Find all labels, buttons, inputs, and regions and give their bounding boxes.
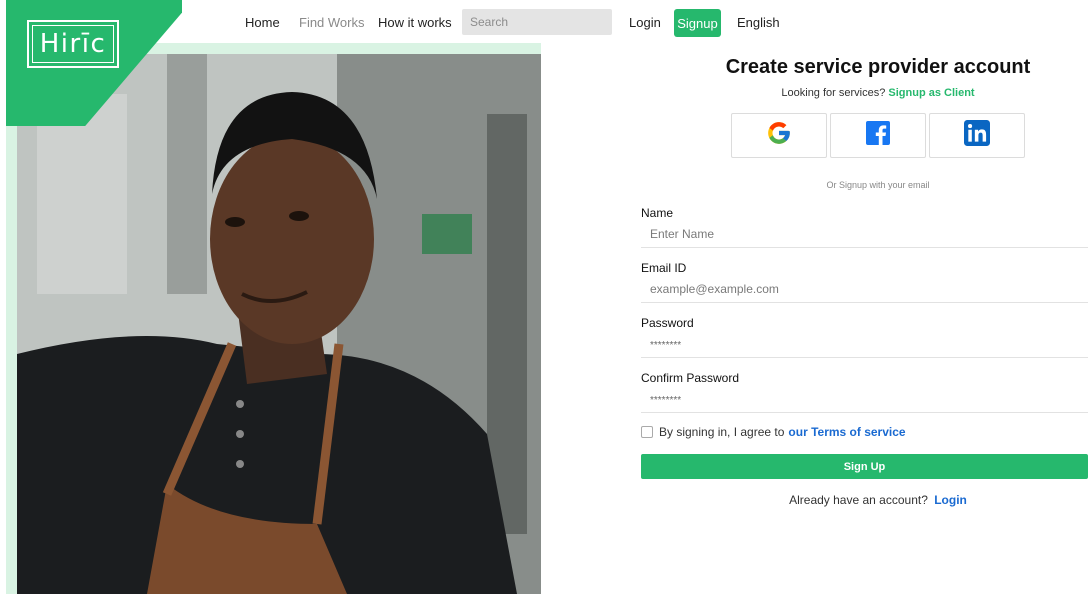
sign-up-button[interactable]: Sign Up bbox=[641, 454, 1088, 479]
or-divider-text: Or Signup with your email bbox=[826, 180, 930, 190]
login-link[interactable]: Login bbox=[934, 493, 967, 507]
page-title: Create service provider account bbox=[725, 56, 1031, 78]
terms-of-service-link[interactable]: our Terms of service bbox=[788, 425, 905, 439]
nav-home[interactable]: Home bbox=[245, 15, 280, 30]
terms-text: By signing in, I agree to bbox=[659, 425, 785, 439]
name-label: Name bbox=[641, 206, 674, 220]
password-label: Password bbox=[641, 316, 694, 330]
language-selector[interactable]: English bbox=[737, 15, 780, 30]
google-signup-button[interactable] bbox=[731, 113, 827, 158]
email-label: Email ID bbox=[641, 261, 687, 275]
confirm-password-field[interactable] bbox=[641, 385, 1088, 413]
already-text: Already have an account? bbox=[789, 493, 928, 507]
signup-as-client-link[interactable]: Signup as Client bbox=[888, 87, 974, 99]
facebook-signup-button[interactable] bbox=[830, 113, 926, 158]
linkedin-signup-button[interactable] bbox=[929, 113, 1025, 158]
subtitle-text: Looking for services? bbox=[781, 87, 886, 99]
email-field[interactable] bbox=[641, 275, 1088, 303]
linkedin-icon bbox=[964, 120, 990, 151]
logo-text: Hirīc bbox=[39, 29, 107, 59]
nav-signup-label: Signup bbox=[677, 15, 718, 31]
nav-find-works[interactable]: Find Works bbox=[299, 15, 365, 30]
social-signup-row bbox=[731, 113, 1025, 158]
google-icon bbox=[766, 120, 792, 151]
confirm-password-label: Confirm Password bbox=[641, 371, 740, 385]
nav-how-it-works[interactable]: How it works bbox=[378, 15, 452, 30]
search-input[interactable] bbox=[462, 9, 612, 35]
already-have-account: Already have an account? Login bbox=[640, 493, 1088, 507]
facebook-icon bbox=[866, 121, 890, 150]
name-field[interactable] bbox=[641, 220, 1088, 248]
nav-signup-button[interactable]: Signup bbox=[674, 9, 721, 37]
password-field[interactable] bbox=[641, 330, 1088, 358]
hero-photo bbox=[17, 54, 541, 594]
terms-row: By signing in, I agree to our Terms of s… bbox=[641, 425, 906, 439]
site-logo[interactable]: Hirīc bbox=[27, 20, 119, 68]
sign-up-label: Sign Up bbox=[843, 460, 886, 473]
subtitle: Looking for services? Signup as Client bbox=[640, 87, 1088, 99]
nav-login[interactable]: Login bbox=[629, 15, 661, 30]
terms-checkbox[interactable] bbox=[641, 426, 653, 438]
